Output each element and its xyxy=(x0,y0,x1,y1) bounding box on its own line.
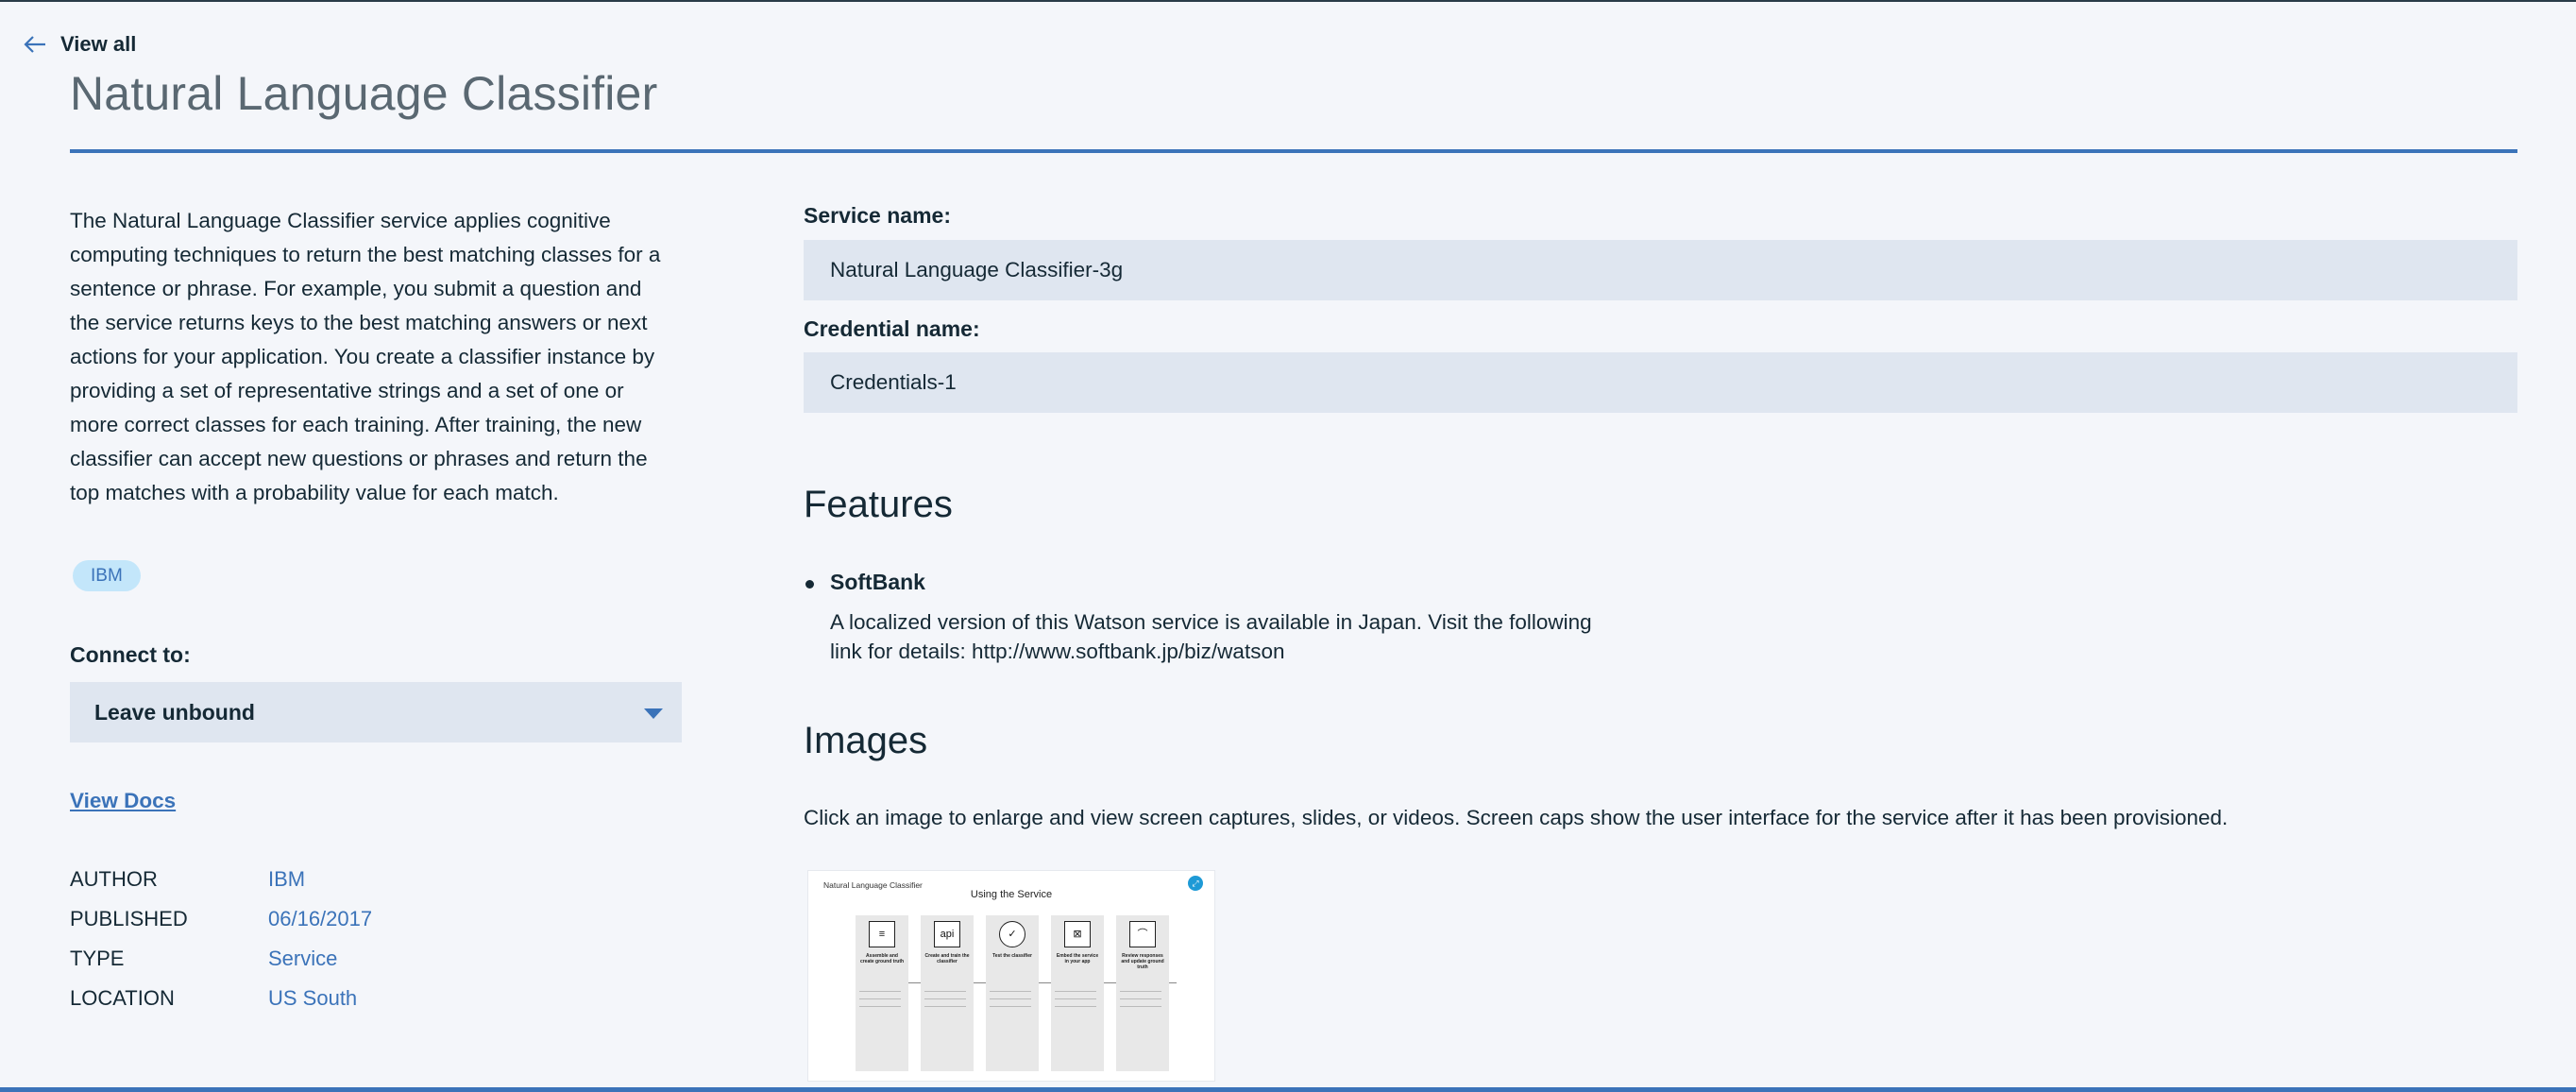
view-all-label: View all xyxy=(60,32,137,56)
text-line xyxy=(990,998,1031,999)
check-icon: ✓ xyxy=(999,921,1025,947)
text-line xyxy=(1055,998,1096,999)
meta-value: IBM xyxy=(268,867,306,891)
text-line xyxy=(924,1006,966,1007)
service-description: The Natural Language Classifier service … xyxy=(70,209,661,504)
meta-key: PUBLISHED xyxy=(70,907,188,930)
text-line xyxy=(859,1006,901,1007)
connect-dropdown-value: Leave unbound xyxy=(94,699,255,725)
meta-row-type: TYPE Service xyxy=(70,939,372,979)
text-line xyxy=(859,991,901,992)
meta-value: 06/16/2017 xyxy=(268,907,373,930)
step-card: ⌒ Review responses and update ground tru… xyxy=(1116,915,1169,1071)
meta-key: TYPE xyxy=(70,947,125,970)
step-title: Embed the service in your app xyxy=(1056,953,1099,964)
text-line xyxy=(990,991,1031,992)
step-card: ≡ Assemble and create ground truth xyxy=(856,915,908,1071)
chart-icon: ⌒ xyxy=(1129,921,1156,947)
images-heading: Images xyxy=(804,720,928,761)
document-icon: ≡ xyxy=(869,921,895,947)
view-docs-link[interactable]: View Docs xyxy=(70,789,176,813)
text-line xyxy=(1120,991,1161,992)
embed-icon: ⊠ xyxy=(1064,921,1091,947)
connect-label: Connect to: xyxy=(70,642,191,667)
credential-name-input[interactable] xyxy=(804,352,2517,413)
thumbnail-subtitle: Using the Service xyxy=(970,889,1053,900)
text-line xyxy=(1055,991,1096,992)
view-all-link[interactable]: View all xyxy=(23,32,136,57)
enlarge-icon: ⤢ xyxy=(1188,876,1203,891)
feature-title: SoftBank xyxy=(830,570,925,594)
api-icon: api xyxy=(934,921,960,947)
meta-row-author: AUTHOR IBM xyxy=(70,860,372,899)
step-card: api Create and train the classifier xyxy=(921,915,974,1071)
text-line xyxy=(1120,998,1161,999)
text-line xyxy=(990,1006,1031,1007)
arrow-left-icon xyxy=(24,36,45,53)
service-name-label: Service name: xyxy=(804,203,951,228)
window-bottom-border xyxy=(0,1087,2576,1092)
credential-name-label: Credential name: xyxy=(804,316,980,341)
step-title: Create and train the classifier xyxy=(924,953,970,964)
title-divider xyxy=(70,149,2517,153)
step-title: Assemble and create ground truth xyxy=(859,953,905,964)
text-line xyxy=(1055,1006,1096,1007)
service-name-input[interactable] xyxy=(804,240,2517,300)
bullet xyxy=(805,580,814,589)
text-line xyxy=(1120,1006,1161,1007)
chevron-down-icon xyxy=(644,708,663,719)
step-title: Review responses and update ground truth xyxy=(1121,953,1164,970)
meta-value: Service xyxy=(268,947,338,970)
meta-row-published: PUBLISHED 06/16/2017 xyxy=(70,899,372,939)
images-note: Click an image to enlarge and view scree… xyxy=(804,806,2229,829)
image-thumbnail[interactable]: Natural Language Classifier Using the Se… xyxy=(808,871,1214,1081)
meta-key: LOCATION xyxy=(70,986,175,1010)
service-metadata: AUTHOR IBM PUBLISHED 06/16/2017 TYPE Ser… xyxy=(70,860,372,1018)
connect-dropdown[interactable]: Leave unbound xyxy=(70,682,682,742)
step-card: ✓ Test the classifier xyxy=(986,915,1039,1071)
provider-tag[interactable]: IBM xyxy=(73,560,141,591)
page-title: Natural Language Classifier xyxy=(70,67,658,120)
text-line xyxy=(924,998,966,999)
features-heading: Features xyxy=(804,484,953,525)
text-line xyxy=(859,998,901,999)
window-top-border xyxy=(0,0,2576,2)
text-line xyxy=(924,991,966,992)
step-card: ⊠ Embed the service in your app xyxy=(1051,915,1104,1071)
thumbnail-steps: ≡ Assemble and create ground truth api C… xyxy=(856,915,1181,1071)
meta-row-location: LOCATION US South xyxy=(70,979,372,1018)
step-title: Test the classifier xyxy=(992,953,1032,959)
feature-description: A localized version of this Watson servi… xyxy=(830,610,1592,663)
meta-key: AUTHOR xyxy=(70,867,158,891)
meta-value: US South xyxy=(268,986,358,1010)
